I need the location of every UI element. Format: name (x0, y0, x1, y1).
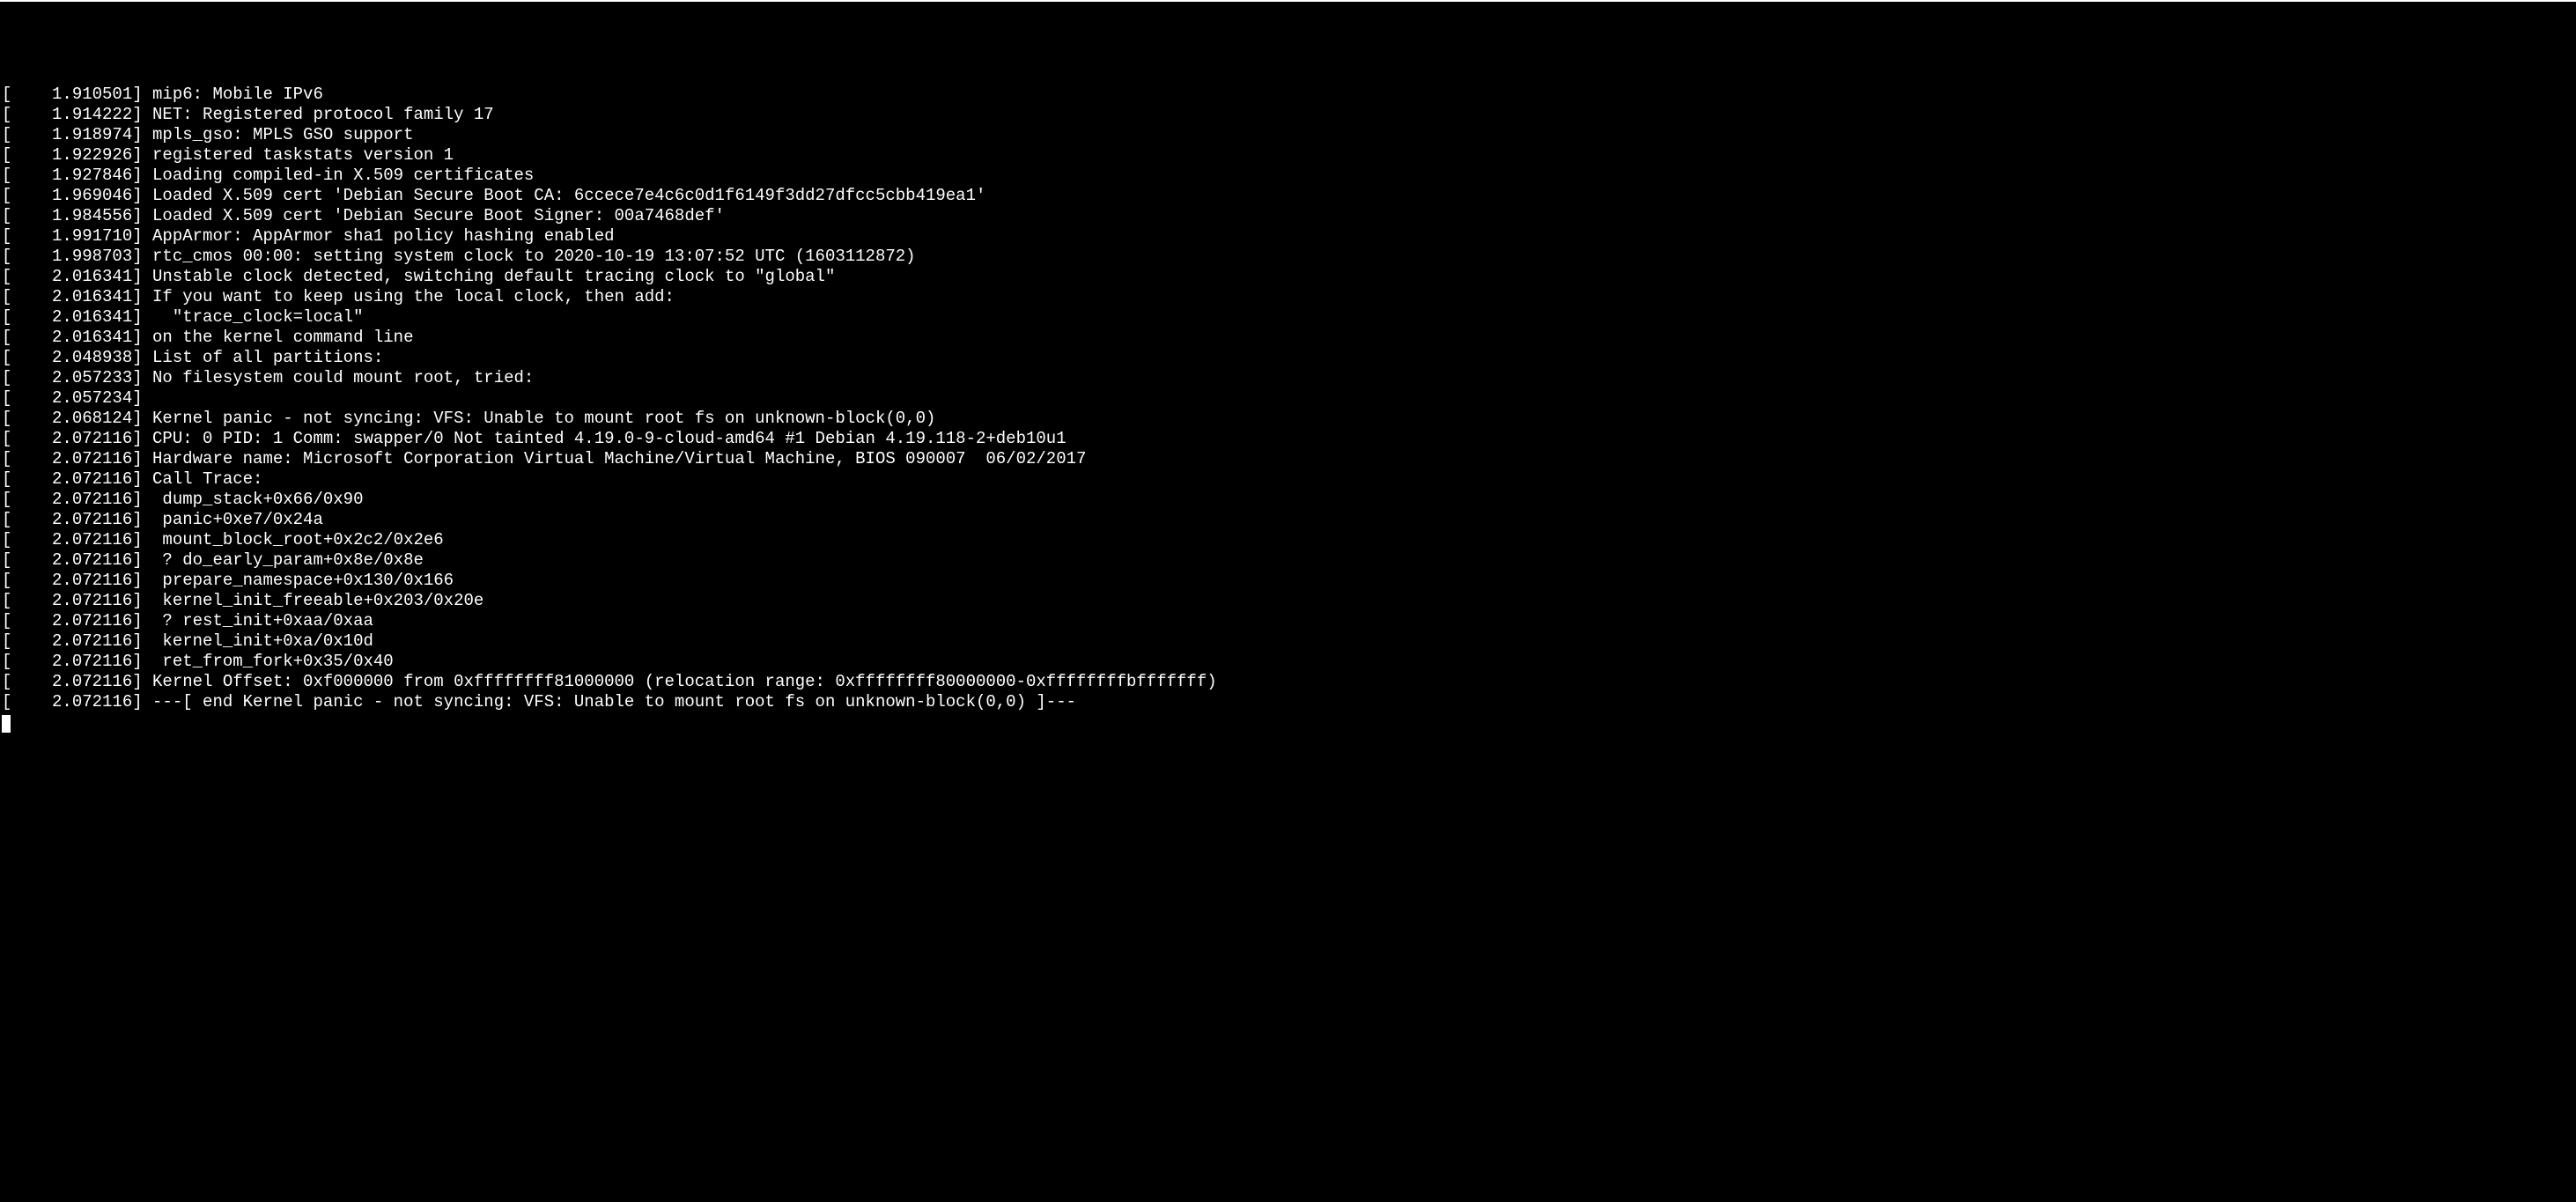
log-line: [ 1.914222] NET: Registered protocol fam… (2, 105, 2576, 125)
log-line: [ 2.072116] Call Trace: (2, 469, 2576, 490)
cursor (2, 715, 11, 733)
log-line: [ 2.072116] prepare_namespace+0x130/0x16… (2, 571, 2576, 591)
log-line: [ 2.072116] CPU: 0 PID: 1 Comm: swapper/… (2, 429, 2576, 449)
log-line: [ 1.991710] AppArmor: AppArmor sha1 poli… (2, 226, 2576, 247)
log-line: [ 2.072116] panic+0xe7/0x24a (2, 510, 2576, 530)
log-line: [ 1.984556] Loaded X.509 cert 'Debian Se… (2, 206, 2576, 226)
log-line: [ 2.072116] ? do_early_param+0x8e/0x8e (2, 550, 2576, 571)
log-line: [ 2.057234] (2, 388, 2576, 409)
log-line: [ 2.072116] ---[ end Kernel panic - not … (2, 692, 2576, 712)
log-line: [ 2.072116] Hardware name: Microsoft Cor… (2, 449, 2576, 469)
log-line: [ 2.072116] dump_stack+0x66/0x90 (2, 490, 2576, 510)
log-line: [ 2.072116] kernel_init_freeable+0x203/0… (2, 591, 2576, 611)
log-line: [ 2.016341] "trace_clock=local" (2, 307, 2576, 328)
log-line: [ 2.057233] No filesystem could mount ro… (2, 368, 2576, 388)
log-line: [ 2.072116] Kernel Offset: 0xf000000 fro… (2, 672, 2576, 692)
log-line: [ 1.918974] mpls_gso: MPLS GSO support (2, 125, 2576, 145)
log-line: [ 1.927846] Loading compiled-in X.509 ce… (2, 166, 2576, 186)
console-output: [ 1.910501] mip6: Mobile IPv6[ 1.914222]… (2, 85, 2576, 712)
log-line: [ 1.998703] rtc_cmos 00:00: setting syst… (2, 247, 2576, 267)
log-line: [ 2.072116] kernel_init+0xa/0x10d (2, 631, 2576, 652)
log-line: [ 1.969046] Loaded X.509 cert 'Debian Se… (2, 186, 2576, 206)
log-line: [ 2.048938] List of all partitions: (2, 348, 2576, 368)
log-line: [ 1.922926] registered taskstats version… (2, 145, 2576, 166)
log-line: [ 2.016341] If you want to keep using th… (2, 287, 2576, 307)
log-line: [ 1.910501] mip6: Mobile IPv6 (2, 85, 2576, 105)
log-line: [ 2.072116] ? rest_init+0xaa/0xaa (2, 611, 2576, 631)
log-line: [ 2.072116] ret_from_fork+0x35/0x40 (2, 652, 2576, 672)
log-line: [ 2.016341] on the kernel command line (2, 328, 2576, 348)
log-line: [ 2.068124] Kernel panic - not syncing: … (2, 409, 2576, 429)
log-line: [ 2.016341] Unstable clock detected, swi… (2, 267, 2576, 287)
log-line: [ 2.072116] mount_block_root+0x2c2/0x2e6 (2, 530, 2576, 550)
